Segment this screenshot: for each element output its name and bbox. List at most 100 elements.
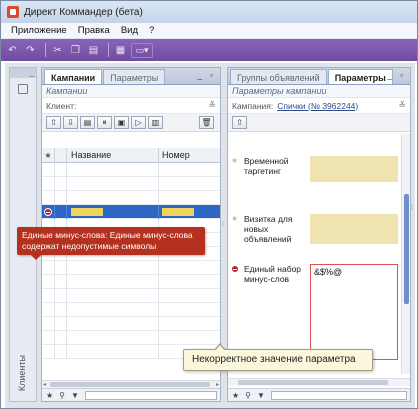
grid-icon[interactable]: ▦ <box>113 43 128 58</box>
campaigns-tabs: Кампании Параметры _ ▫ <box>42 68 220 85</box>
table-row[interactable] <box>42 176 220 191</box>
stop-icon[interactable]: ▣ <box>114 116 129 129</box>
validation-hint-tooltip: Некорректное значение параметра <box>183 343 373 371</box>
campaigns-grid: ★ Название Номер <box>42 147 220 378</box>
grid-header: ★ Название Номер <box>42 147 220 163</box>
checkbox-column[interactable] <box>54 147 66 163</box>
tab-campaigns[interactable]: Кампании <box>44 69 103 84</box>
scroll-left-icon[interactable]: ◂ <box>43 381 46 388</box>
campaign-name-cell <box>71 207 103 216</box>
upload-icon[interactable]: ⇧ <box>46 116 61 129</box>
scroll-thumb[interactable] <box>238 380 388 385</box>
client-selector[interactable]: Клиент: ≚ <box>42 98 220 114</box>
upload-icon[interactable]: ⇧ <box>232 116 247 129</box>
horizontal-scrollbar[interactable]: ◂ ▸ <box>42 380 220 388</box>
document-icon[interactable]: ▤ <box>80 116 95 129</box>
vcard-field[interactable] <box>310 214 398 244</box>
menu-bar: Приложение Правка Вид ? <box>1 23 417 39</box>
dock-header: _ <box>10 68 36 78</box>
grid-rows <box>42 162 220 359</box>
star-filter-icon[interactable]: ★ <box>232 391 239 400</box>
star-icon[interactable]: ★ <box>231 156 238 165</box>
splitter-handle[interactable]: ⁞ <box>222 222 226 228</box>
trash-icon[interactable]: 🗑 <box>199 116 214 129</box>
pause-icon[interactable]: ⏸ <box>97 116 112 129</box>
chevron-down-icon[interactable]: ≚ <box>398 100 406 111</box>
field-label: Временной таргетинг <box>244 156 289 176</box>
menu-view[interactable]: Вид <box>121 25 138 36</box>
campaign-selector[interactable]: Кампания: Спички (№ 3962244) ≚ <box>228 98 410 114</box>
filter-icon[interactable]: ▼ <box>257 391 265 400</box>
table-row[interactable] <box>42 162 220 177</box>
table-row[interactable] <box>42 288 220 303</box>
panel-window-controls[interactable]: _ ▫ <box>387 71 406 80</box>
parameters-toolbar: ⇧ <box>228 114 410 132</box>
table-row[interactable] <box>42 274 220 289</box>
paste-icon[interactable]: ▤ <box>86 43 101 58</box>
vertical-scrollbar[interactable] <box>401 134 410 374</box>
scroll-thumb[interactable] <box>404 194 409 304</box>
time-targeting-field[interactable] <box>310 156 398 182</box>
table-row[interactable] <box>42 316 220 331</box>
stats-icon[interactable]: ▥ <box>148 116 163 129</box>
scroll-thumb[interactable] <box>50 382 210 387</box>
filter-input[interactable] <box>270 390 407 400</box>
toolbar-divider <box>108 43 109 57</box>
horizontal-scrollbar[interactable] <box>228 378 410 386</box>
parameters-footer: ★ ⚲ ▼ <box>228 388 410 401</box>
table-row[interactable] <box>42 330 220 345</box>
tab-parameters[interactable]: Параметры <box>327 69 393 84</box>
parameters-subtitle: Параметры кампании <box>228 85 410 98</box>
tab-parameters[interactable]: Параметры <box>103 69 166 84</box>
campaigns-toolbar: ⇧ ⇩ ▤ ⏸ ▣ ▷ ▥ 🗑 <box>42 114 220 132</box>
right-splitter-handle[interactable]: ⁞ <box>411 203 413 212</box>
main-toolbar: ↶ ↷ ✂ ❐ ▤ ▦ ▭▾ <box>1 39 417 61</box>
minimize-icon[interactable]: _ <box>30 70 34 77</box>
menu-help[interactable]: ? <box>149 25 154 36</box>
error-tooltip: Единые минус-слова: Единые минус-слова с… <box>17 227 205 260</box>
download-icon[interactable]: ⇩ <box>63 116 78 129</box>
pin-icon[interactable]: ⚲ <box>245 391 251 400</box>
app-logo-icon <box>7 6 19 18</box>
filter-icon[interactable]: ▼ <box>71 391 79 400</box>
column-name[interactable]: Название <box>66 147 158 163</box>
cut-icon[interactable]: ✂ <box>50 43 65 58</box>
campaigns-footer: ★ ⚲ ▼ <box>42 388 220 401</box>
chevron-down-icon[interactable]: ≚ <box>208 100 216 111</box>
star-icon[interactable]: ★ <box>231 214 238 223</box>
copy-icon[interactable]: ❐ <box>68 43 83 58</box>
field-label: Визитка для новых объявлений <box>244 214 293 244</box>
campaign-link[interactable]: Спички (№ 3962244) <box>277 101 358 111</box>
parameters-form: ★ Временной таргетинг ★ Визитка для новы… <box>228 134 400 366</box>
tab-ad-groups[interactable]: Группы объявлений <box>230 69 327 84</box>
play-icon[interactable]: ▷ <box>131 116 146 129</box>
campaign-number-cell <box>162 207 194 216</box>
workspace: _ Клиенты Кампании Параметры _ ▫ Кампани… <box>5 63 415 408</box>
title-bar: Директ Коммандер (бета) <box>1 1 417 23</box>
menu-app[interactable]: Приложение <box>11 25 67 36</box>
parameters-tabs: Группы объявлений Параметры _ ▫ <box>228 68 410 85</box>
star-column-icon[interactable]: ★ <box>42 151 54 160</box>
star-filter-icon[interactable]: ★ <box>46 391 53 400</box>
layout-dropdown-icon[interactable]: ▭▾ <box>131 42 153 58</box>
dock-icon[interactable] <box>18 84 28 94</box>
filter-input[interactable] <box>84 390 217 400</box>
table-row-selected[interactable] <box>42 204 220 219</box>
table-row[interactable] <box>42 190 220 205</box>
column-number[interactable]: Номер <box>158 147 220 163</box>
campaigns-subtitle: Кампании <box>42 85 220 98</box>
negative-keywords-input[interactable]: &$%@ <box>310 264 398 360</box>
redo-icon[interactable]: ↷ <box>23 43 38 58</box>
clients-dock-label[interactable]: Клиенты <box>17 355 27 391</box>
undo-icon[interactable]: ↶ <box>5 43 20 58</box>
toolbar-divider <box>45 43 46 57</box>
menu-edit[interactable]: Правка <box>78 25 110 36</box>
panel-window-controls[interactable]: _ ▫ <box>197 71 216 80</box>
table-row[interactable] <box>42 260 220 275</box>
field-time-targeting: ★ Временной таргетинг <box>228 156 400 186</box>
client-label: Клиент: <box>46 100 77 111</box>
table-row[interactable] <box>42 302 220 317</box>
scroll-right-icon[interactable]: ▸ <box>216 381 219 388</box>
campaign-label: Кампания: <box>232 100 274 111</box>
pin-icon[interactable]: ⚲ <box>59 391 65 400</box>
